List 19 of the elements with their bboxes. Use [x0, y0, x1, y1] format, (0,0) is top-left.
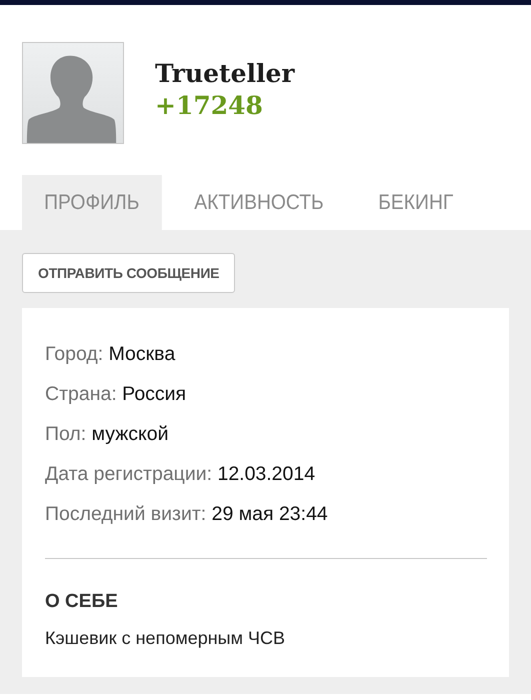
profile-tab[interactable]: АКТИВНОСТЬ: [174, 175, 344, 230]
rating-score: +17248: [155, 90, 264, 122]
field-value: Россия: [122, 383, 186, 405]
field-label: Дата регистрации:: [45, 463, 212, 485]
avatar-placeholder-icon: [22, 42, 124, 144]
field-value: Москва: [108, 343, 176, 365]
field-label: Пол:: [45, 423, 86, 445]
field-value: 29 мая 23:44: [212, 503, 328, 525]
field-label: Город:: [45, 343, 104, 365]
profile-tab[interactable]: БЕКИНГ: [358, 175, 474, 230]
field-value: мужской: [92, 423, 169, 445]
username: Trueteller: [155, 58, 295, 90]
about-heading: О СЕБЕ: [45, 590, 119, 614]
about-text: Кэшевик с непомерным ЧСВ: [45, 627, 286, 650]
field-label: Страна:: [45, 383, 117, 405]
send-message-button[interactable]: ОТПРАВИТЬ СООБЩЕНИЕ: [22, 253, 236, 293]
field-value: 12.03.2014: [217, 463, 316, 485]
field-label: Последний визит:: [45, 503, 206, 525]
profile-tab[interactable]: ПРОФИЛЬ: [22, 175, 162, 230]
